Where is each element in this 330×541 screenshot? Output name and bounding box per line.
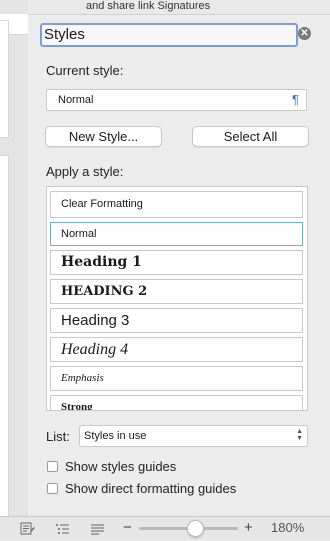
show-styles-guides-checkbox[interactable] [47,461,58,472]
zoom-out-button[interactable]: − [123,520,132,536]
style-item-emphasis[interactable]: Emphasis [50,366,303,391]
list-label: List: [46,429,70,444]
current-style-field: Normal [46,89,307,111]
select-all-button[interactable]: Select All [192,126,309,147]
zoom-slider-handle[interactable] [187,520,204,537]
style-item-strong[interactable]: Strong [50,395,303,410]
list-filter-value: Styles in use [84,430,147,442]
style-item-heading-2[interactable]: HEADING 2 [50,279,303,304]
show-direct-formatting-guides-label[interactable]: Show direct formatting guides [65,481,236,497]
document-page[interactable] [0,20,9,138]
outline-view-icon[interactable] [55,522,71,536]
document-page-lower[interactable] [0,155,9,518]
pane-title: Styles [40,23,298,47]
select-stepper-icon: ▲ ▼ [296,428,303,442]
close-icon[interactable]: ✕ [298,27,311,40]
print-layout-icon[interactable] [90,522,106,536]
styles-list[interactable]: Clear Formatting Normal Heading 1 HEADIN… [46,186,308,411]
ribbon-labels[interactable]: and share link Signatures [86,0,210,13]
zoom-in-button[interactable]: + [244,520,253,536]
style-item-heading-3[interactable]: Heading 3 [50,308,303,333]
style-item-clear-formatting[interactable]: Clear Formatting [50,191,303,218]
word-count-icon[interactable] [20,522,36,536]
paragraph-mark-icon: ¶ [292,92,299,107]
current-style-label: Current style: [46,63,124,78]
list-filter-select[interactable]: Styles in use ▲ ▼ [79,425,308,447]
zoom-level[interactable]: 180% [271,520,304,536]
apply-style-label: Apply a style: [46,164,124,179]
new-style-button[interactable]: New Style... [45,126,162,147]
style-item-heading-1[interactable]: Heading 1 [50,250,303,275]
style-item-heading-4[interactable]: Heading 4 [50,337,303,362]
show-styles-guides-label[interactable]: Show styles guides [65,459,176,475]
style-item-normal[interactable]: Normal [50,222,303,246]
show-direct-formatting-guides-checkbox[interactable] [47,483,58,494]
